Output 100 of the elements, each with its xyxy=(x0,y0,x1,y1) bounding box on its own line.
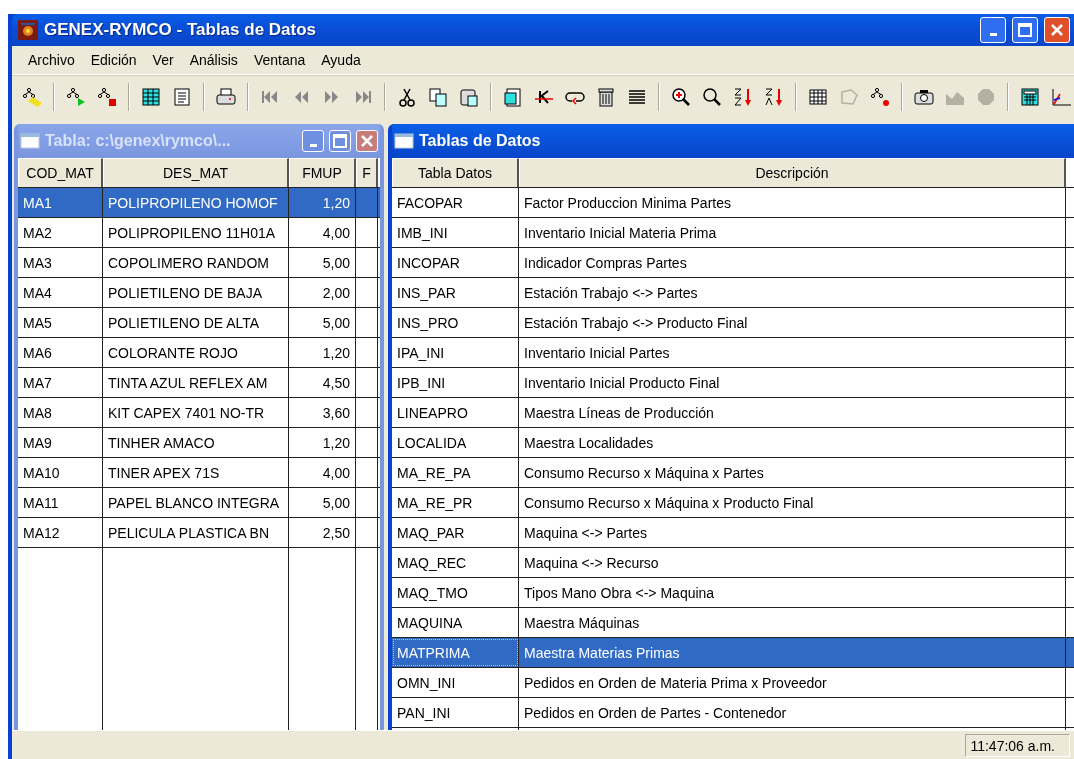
table-row[interactable]: INS_PRO Estación Trabajo <-> Producto Final xyxy=(392,308,1074,338)
table-row[interactable]: MA_RE_PR Consumo Recurso x Máquina x Producto Final xyxy=(392,488,1074,518)
table-cell: TINER APEX 71S xyxy=(103,458,289,487)
menu-item[interactable]: Edición xyxy=(82,52,145,68)
scissors-icon xyxy=(396,86,418,108)
table-cell: COPOLIMERO RANDOM xyxy=(103,248,289,277)
table-cell: INS_PRO xyxy=(392,308,519,337)
table-icon xyxy=(140,86,162,108)
minimize-icon xyxy=(309,143,317,147)
table-row[interactable]: MA11 PAPEL BLANCO INTEGRA 5,00 xyxy=(18,488,380,518)
table-row[interactable]: OMN_INI Pedidos en Orden de Materia Prima x Proveedor xyxy=(392,668,1074,698)
app-logo-icon xyxy=(18,20,38,40)
column-header[interactable]: DES_MAT xyxy=(103,158,289,187)
table-cell: MA10 xyxy=(18,458,103,487)
menu-item[interactable]: Análisis xyxy=(181,52,246,68)
status-time: 11:47:06 a.m. xyxy=(965,733,1070,757)
table-row[interactable]: MA9 TINHER AMACO 1,20 xyxy=(18,428,380,458)
child-window-title: Tabla: c:\genex\rymco\... xyxy=(45,132,232,150)
minimize-button[interactable] xyxy=(302,130,324,152)
table-row[interactable]: MA1 POLIPROPILENO HOMOF 1,20 xyxy=(18,188,380,218)
table-row[interactable]: MA12 PELICULA PLASTICA BN 2,50 xyxy=(18,518,380,548)
column-header[interactable]: Descripción xyxy=(519,158,1066,187)
table-cell: Inventario Inicial Producto Final xyxy=(519,368,1066,397)
table-row[interactable]: INCOPAR Indicador Compras Partes xyxy=(392,248,1074,278)
table-cell: Maestra Localidades xyxy=(519,428,1066,457)
sort-ascending-icon xyxy=(732,86,754,108)
table-row[interactable]: IPA_INI Inventario Inicial Partes xyxy=(392,338,1074,368)
table-cell: TINTA AZUL REFLEX AM xyxy=(103,368,289,397)
table-row[interactable]: IPB_INI Inventario Inicial Producto Final xyxy=(392,368,1074,398)
chart-icon xyxy=(1050,86,1072,108)
table-cell: LINEAPRO xyxy=(392,398,519,427)
table-cell: Estación Trabajo <-> Producto Final xyxy=(519,308,1066,337)
table-cell: MAQ_PAR xyxy=(392,518,519,547)
table-cell: MA3 xyxy=(18,248,103,277)
table-row[interactable]: MA8 KIT CAPEX 7401 NO-TR 3,60 xyxy=(18,398,380,428)
table-row[interactable]: LOCALIDA Maestra Localidades xyxy=(392,428,1074,458)
table-row[interactable]: MA7 TINTA AZUL REFLEX AM 4,50 xyxy=(18,368,380,398)
close-button[interactable] xyxy=(1044,17,1070,43)
minimize-button[interactable] xyxy=(980,17,1006,43)
table-row[interactable]: MAQ_REC Maquina <-> Recurso xyxy=(392,548,1074,578)
table-row[interactable]: MA2 POLIPROPILENO 11H01A 4,00 xyxy=(18,218,380,248)
table-cell: MAQ_TMO xyxy=(392,578,519,607)
table-cell: 1,20 xyxy=(289,188,356,217)
menu-item[interactable]: Ventana xyxy=(245,52,314,68)
column-header[interactable]: FMUP xyxy=(289,158,356,187)
tree-play-icon xyxy=(65,86,87,108)
table-cell: 4,00 xyxy=(289,458,356,487)
table-cell: 3,60 xyxy=(289,398,356,427)
column-header[interactable]: F xyxy=(356,158,378,187)
table-row[interactable]: MAQ_PAR Maquina <-> Partes xyxy=(392,518,1074,548)
maximize-button[interactable] xyxy=(329,130,351,152)
table-row[interactable]: MA6 COLORANTE ROJO 1,20 xyxy=(18,338,380,368)
table-cell: PAN_INI xyxy=(392,698,519,727)
table-cell: MAQUINA xyxy=(392,608,519,637)
document-icon xyxy=(171,86,193,108)
table-row[interactable]: MA4 POLIETILENO DE BAJA 2,00 xyxy=(18,278,380,308)
table-row[interactable]: LINEAPRO Maestra Líneas de Producción xyxy=(392,398,1074,428)
table-cell: POLIETILENO DE BAJA xyxy=(103,278,289,307)
paste-icon xyxy=(458,86,480,108)
tree-stop-icon xyxy=(96,86,118,108)
table-cell: 1,20 xyxy=(289,338,356,367)
table-row[interactable]: INS_PAR Estación Trabajo <-> Partes xyxy=(392,278,1074,308)
close-icon xyxy=(360,134,374,148)
table-cell: 5,00 xyxy=(289,248,356,277)
table-row[interactable]: MA5 POLIETILENO DE ALTA 5,00 xyxy=(18,308,380,338)
table-cell: Maquina <-> Partes xyxy=(519,518,1066,547)
table-row[interactable]: MA3 COPOLIMERO RANDOM 5,00 xyxy=(18,248,380,278)
sort-descending-icon xyxy=(763,86,785,108)
table-row[interactable]: IMB_INI Inventario Inicial Materia Prima xyxy=(392,218,1074,248)
table-cell: INCOPAR xyxy=(392,248,519,277)
table-row[interactable]: MAQUINA Maestra Máquinas xyxy=(392,608,1074,638)
menu-item[interactable]: Ayuda xyxy=(313,52,369,68)
table-cell: FACOPAR xyxy=(392,188,519,217)
column-header[interactable]: Tabla Datos xyxy=(392,158,519,187)
table-cell: POLIPROPILENO HOMOF xyxy=(103,188,289,217)
maximize-button[interactable] xyxy=(1012,17,1038,43)
table-row[interactable]: MA10 TINER APEX 71S 4,00 xyxy=(18,458,380,488)
table-row[interactable]: MATPRIMA Maestra Materias Primas xyxy=(392,638,1074,668)
table-cell: MAQ_REC xyxy=(392,548,519,577)
column-header[interactable]: COD_MAT xyxy=(18,158,103,187)
window-title: GENEX-RYMCO - Tablas de Datos xyxy=(44,20,318,40)
calculator-icon xyxy=(1019,86,1041,108)
table-cell: Inventario Inicial Partes xyxy=(519,338,1066,367)
printer-icon xyxy=(215,86,237,108)
table-document-icon xyxy=(502,86,524,108)
table-cell: PAPEL BLANCO INTEGRA xyxy=(103,488,289,517)
table-row[interactable]: MA_RE_PA Consumo Recurso x Máquina x Partes xyxy=(392,458,1074,488)
close-button[interactable] xyxy=(356,130,378,152)
menu-item[interactable]: Archivo xyxy=(20,52,83,68)
table-cell: Inventario Inicial Materia Prima xyxy=(519,218,1066,247)
table-row[interactable]: MAQ_TMO Tipos Mano Obra <-> Maquina xyxy=(392,578,1074,608)
table-row[interactable]: PAN_INI Pedidos en Orden de Partes - Contenedor xyxy=(392,698,1074,728)
table-cell: Indicador Compras Partes xyxy=(519,248,1066,277)
table-cell: 5,00 xyxy=(289,308,356,337)
table-cell: MA_RE_PA xyxy=(392,458,519,487)
table-cell: INS_PAR xyxy=(392,278,519,307)
menu-item[interactable]: Ver xyxy=(144,52,182,68)
table-cell: MA12 xyxy=(18,518,103,547)
table-row[interactable]: FACOPAR Factor Produccion Minima Partes xyxy=(392,188,1074,218)
zoom-in-icon xyxy=(670,86,692,108)
